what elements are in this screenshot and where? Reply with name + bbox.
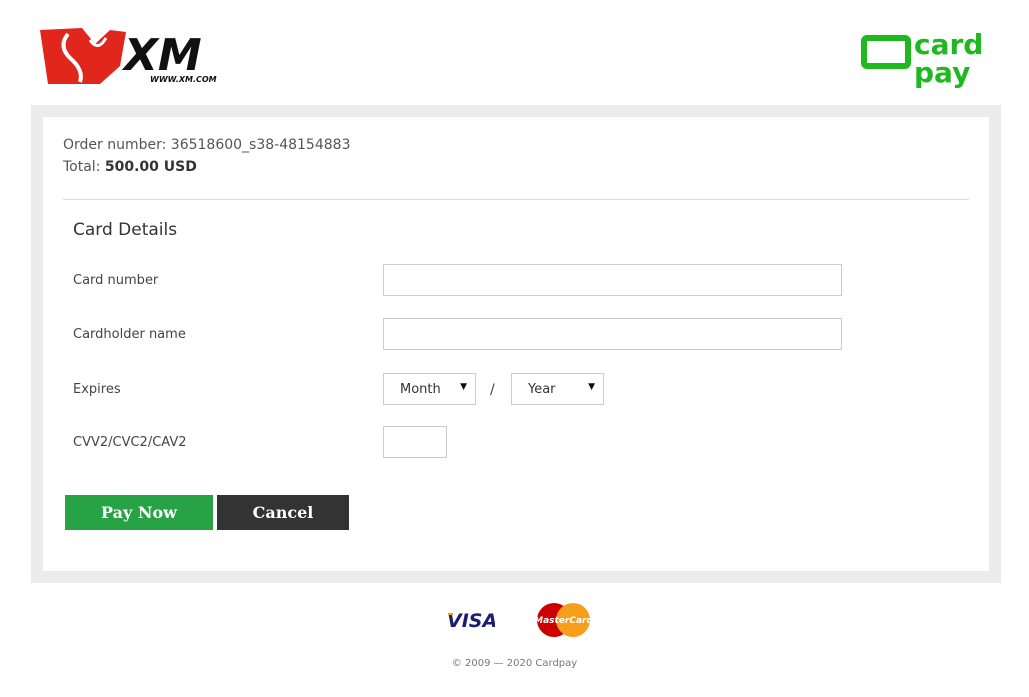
order-number-value: 36518600_s38-48154883 [170,137,351,153]
page-header: XM WWW.XM.COM card pay [0,0,1029,105]
visa-logo-text: VISA [447,610,495,630]
payment-frame: Order number: 36518600_s38-48154883 Tota… [31,105,1001,583]
cardpay-logo: card pay [861,28,983,89]
cancel-button[interactable]: Cancel [217,495,349,530]
expiry-year-value: Year [528,382,556,397]
cardholder-name-label: Cardholder name [73,327,186,342]
footer-copyright: © 2009 — 2020 Cardpay [451,658,578,669]
divider [63,199,969,200]
expiry-month-select[interactable]: Month ▼ [383,373,476,405]
card-number-input[interactable] [383,264,842,296]
cardholder-name-input[interactable] [383,318,842,350]
xm-logo: XM WWW.XM.COM [40,28,217,84]
visa-logo: VISA [447,610,495,630]
mastercard-logo: MasterCard [536,603,591,637]
expiry-month-value: Month [400,382,441,397]
card-details-title: Card Details [73,220,178,240]
xm-logo-text: XM [121,30,202,81]
chevron-down-icon: ▼ [460,382,467,392]
chevron-down-icon: ▼ [588,382,595,392]
order-total-label: Total: [63,159,105,175]
payment-logos: VISA MasterCard [0,600,1029,640]
pay-now-button[interactable]: Pay Now [65,495,213,530]
expiry-separator: / [490,382,495,398]
order-number: Order number: 36518600_s38-48154883 [63,137,350,153]
order-number-label: Order number: [63,137,171,153]
payment-panel: Order number: 36518600_s38-48154883 Tota… [43,117,989,571]
order-total-value: 500.00 USD [104,159,197,175]
expires-label: Expires [73,382,121,397]
cardpay-logo-line2: pay [914,56,970,89]
mastercard-logo-text: MasterCard [536,616,591,626]
order-total: Total: 500.00 USD [63,159,197,175]
cvv-input[interactable] [383,426,447,458]
card-number-label: Card number [73,273,159,288]
expiry-year-select[interactable]: Year ▼ [511,373,604,405]
cvv-label: CVV2/CVC2/CAV2 [73,435,187,450]
xm-url-text: WWW.XM.COM [150,75,217,84]
